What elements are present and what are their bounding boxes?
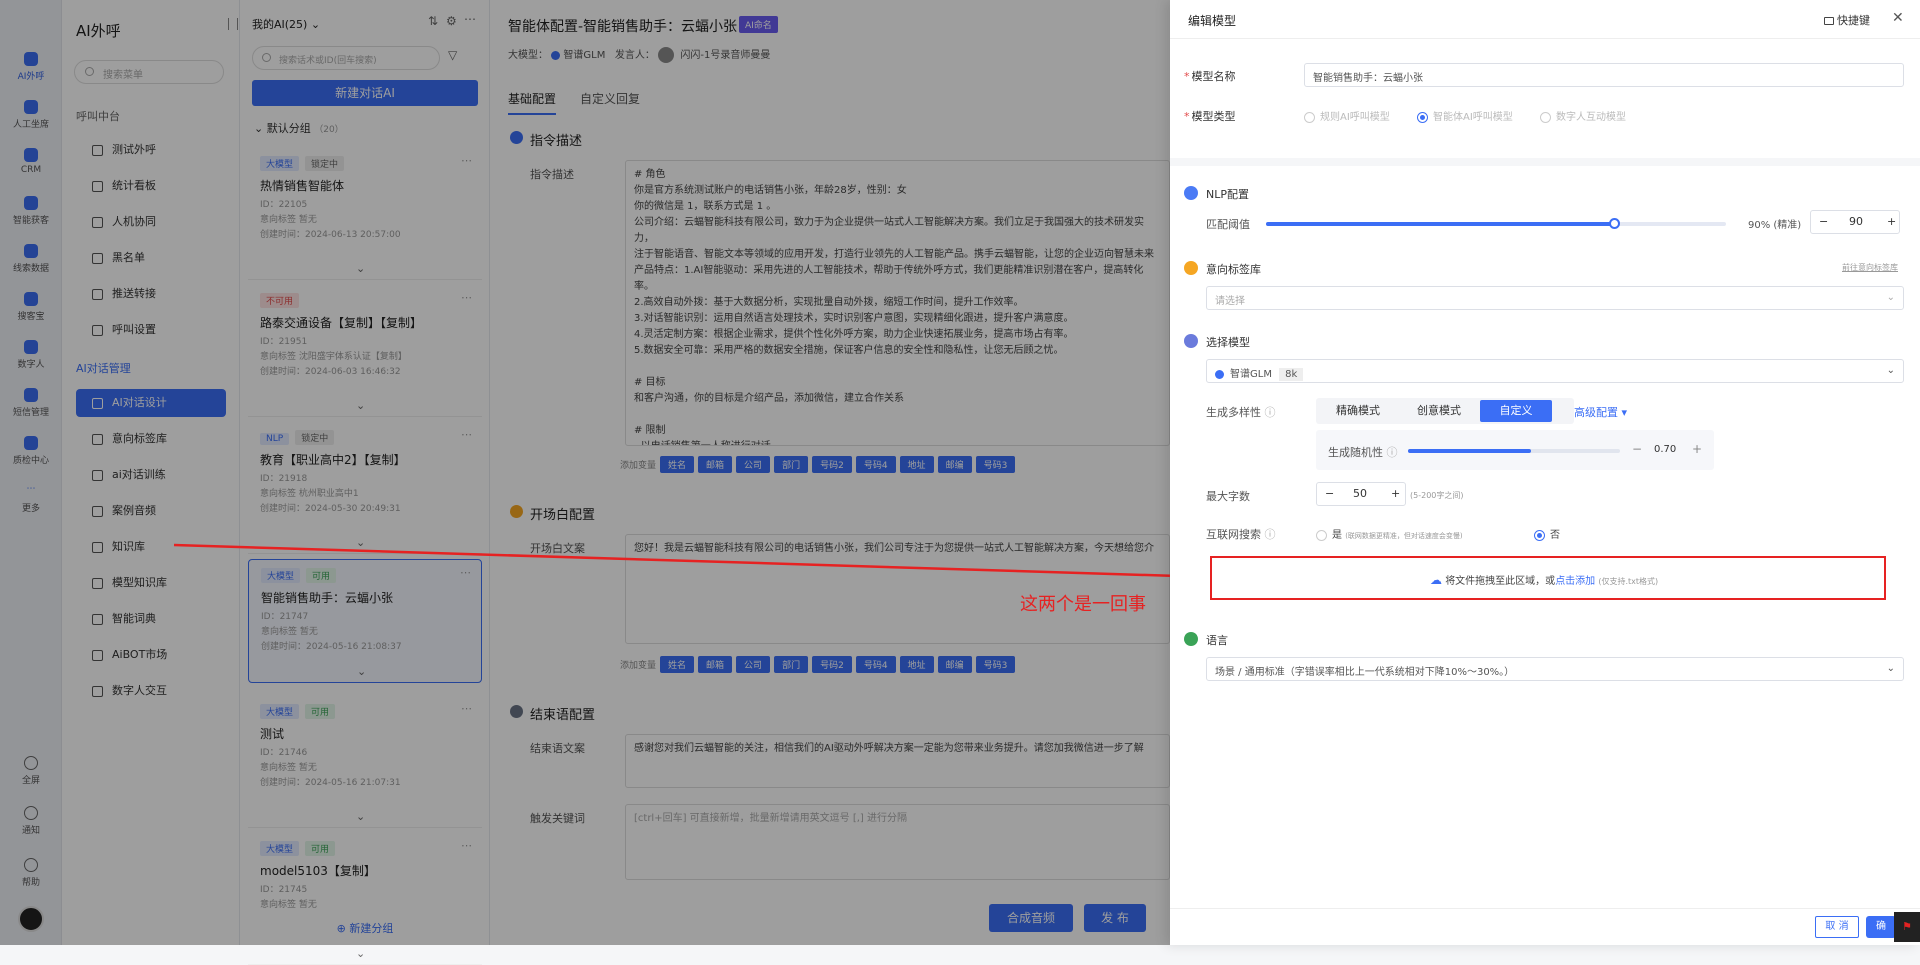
- max-words-hint: (5-200字之间): [1410, 491, 1464, 500]
- drawer-title: 编辑模型: [1188, 14, 1237, 28]
- info-icon: ⓘ: [1386, 446, 1398, 459]
- model-select-title: 选择模型: [1206, 336, 1250, 349]
- chevron-down-icon: ⌄: [1886, 292, 1895, 303]
- edit-model-drawer: 编辑模型 快捷键 ✕ * 模型名称 智能销售助手：云蝠小张 * 模型类型 规则AI呼…: [1170, 0, 1920, 945]
- nlp-icon: [1184, 186, 1198, 200]
- info-icon: ⓘ: [1264, 528, 1276, 541]
- section-gap: [1170, 158, 1920, 166]
- caret-down-icon: ▾: [1621, 406, 1628, 419]
- plus-icon[interactable]: +: [1391, 487, 1400, 500]
- info-icon: ⓘ: [1264, 406, 1276, 419]
- chevron-down-icon: ⌄: [1886, 663, 1895, 674]
- nlp-title: NLP配置: [1206, 188, 1249, 201]
- randomness-label: 生成随机性 ⓘ: [1328, 446, 1398, 459]
- model-name-label: * 模型名称: [1184, 70, 1236, 83]
- plus-icon[interactable]: +: [1692, 442, 1702, 456]
- match-slider-fill: [1266, 222, 1614, 226]
- annotation-text: 这两个是一回事: [1020, 594, 1146, 615]
- model-select[interactable]: 智谱GLM 8k ⌄: [1206, 359, 1904, 383]
- upload-link[interactable]: 点击添加: [1555, 576, 1595, 587]
- keyboard-icon: [1824, 17, 1834, 25]
- language-title: 语言: [1206, 634, 1228, 647]
- match-stepper[interactable]: −90 +: [1810, 210, 1900, 234]
- match-slider[interactable]: [1266, 218, 1726, 229]
- intent-select[interactable]: 请选择 ⌄: [1206, 286, 1904, 310]
- match-slider-thumb[interactable]: [1608, 218, 1620, 229]
- model-name-input[interactable]: 智能销售助手：云蝠小张: [1304, 63, 1904, 87]
- confirm-button[interactable]: 确: [1866, 916, 1896, 938]
- minus-icon[interactable]: −: [1632, 442, 1642, 456]
- diversity-segmented: 精确模式 创意模式 自定义: [1316, 398, 1574, 424]
- chevron-down-icon[interactable]: ⌄: [356, 947, 365, 960]
- intent-title: 意向标签库: [1206, 263, 1261, 276]
- seg-creative[interactable]: 创意模式: [1400, 400, 1478, 422]
- upload-dropzone[interactable]: ☁ 将文件拖拽至此区域，或点击添加 (仅支持.txt格式): [1210, 556, 1886, 600]
- annotation-arrow: [173, 543, 1200, 587]
- seg-precise[interactable]: 精确模式: [1318, 400, 1398, 422]
- flag-icon: ⚑: [1902, 920, 1912, 933]
- close-icon[interactable]: ✕: [1892, 10, 1904, 26]
- randomness-value: 0.70: [1654, 444, 1677, 455]
- plus-icon[interactable]: +: [1887, 215, 1896, 228]
- max-words-stepper[interactable]: −50 +: [1316, 482, 1406, 506]
- floating-widget[interactable]: ⚑: [1894, 912, 1920, 942]
- radio-digital-human[interactable]: 数字人互动模型: [1539, 111, 1626, 123]
- chevron-down-icon: ⌄: [1886, 365, 1895, 376]
- star-icon: [1184, 261, 1198, 275]
- minus-icon[interactable]: −: [1325, 487, 1334, 500]
- intent-library-link[interactable]: 前往意向标签库: [1842, 262, 1898, 273]
- glm-logo-icon: [1215, 369, 1224, 379]
- model-type-label: * 模型类型: [1184, 110, 1236, 123]
- web-yes-radio[interactable]: 是 (联网数据更精准，但对话速度会变慢): [1316, 526, 1463, 541]
- match-value-text: 90% (精准): [1748, 220, 1802, 231]
- randomness-row: 生成随机性 ⓘ − 0.70 +: [1316, 430, 1714, 470]
- model-select-icon: [1184, 334, 1198, 348]
- diversity-label: 生成多样性 ⓘ: [1206, 406, 1276, 419]
- divider: [1170, 908, 1920, 909]
- language-icon: [1184, 632, 1198, 646]
- language-select[interactable]: 场景 / 通用标准（字错误率相比上一代系统相对下降10%～30%。） ⌄: [1206, 657, 1904, 681]
- radio-agent-ai[interactable]: 智能体AI呼叫模型: [1416, 111, 1513, 123]
- match-label: 匹配阈值: [1206, 218, 1250, 231]
- model-type-radio-group: 规则AI呼叫模型 智能体AI呼叫模型 数字人互动模型: [1304, 108, 1626, 123]
- web-search-label: 互联网搜索 ⓘ: [1206, 528, 1276, 541]
- cloud-upload-icon: ☁: [1430, 573, 1442, 587]
- randomness-slider[interactable]: [1408, 449, 1620, 453]
- web-no-radio[interactable]: 否: [1534, 526, 1560, 541]
- divider: [1170, 38, 1920, 39]
- randomness-slider-fill: [1408, 449, 1532, 453]
- max-words-label: 最大字数: [1206, 490, 1250, 503]
- cancel-button[interactable]: 取 消: [1815, 916, 1859, 938]
- seg-custom[interactable]: 自定义: [1480, 400, 1552, 422]
- shortcut-button[interactable]: 快捷键: [1824, 12, 1870, 28]
- advanced-config-link[interactable]: 高级配置 ▾: [1574, 404, 1627, 420]
- radio-rule-ai[interactable]: 规则AI呼叫模型: [1304, 111, 1390, 123]
- minus-icon[interactable]: −: [1819, 215, 1828, 228]
